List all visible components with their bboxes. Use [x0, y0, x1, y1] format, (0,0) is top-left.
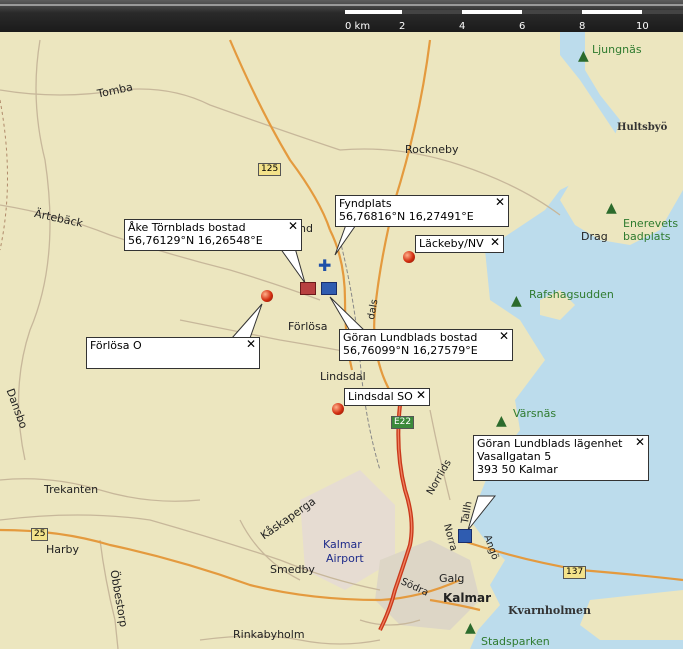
popup-goran-bostad: Göran Lundblads bostad 56,76099°N 16,275… [339, 329, 513, 361]
scale-segment [402, 10, 462, 14]
close-icon[interactable]: ✕ [416, 389, 426, 402]
popup-title: Åke Törnblads bostad [128, 221, 246, 234]
tree-icon: ▲ [465, 620, 476, 636]
marker-pin-lackeby[interactable] [403, 251, 415, 263]
place-badplats: badplats [623, 230, 671, 243]
marker-pin-forlosa-o[interactable] [261, 290, 273, 302]
place-rinkabyholm: Rinkabyholm [233, 628, 305, 641]
close-icon[interactable]: ✕ [288, 220, 298, 233]
place-hultsbyo: Hultsbyö [617, 122, 668, 133]
close-icon[interactable]: ✕ [495, 196, 505, 209]
popup-coords: 56,76129°N 16,26548°E [128, 234, 263, 247]
popup-title: Fyndplats [339, 197, 392, 210]
scale-segment [522, 10, 582, 14]
place-forlosa: Förlösa [288, 320, 328, 333]
popup-ake-tornblad: Åke Törnblads bostad 56,76129°N 16,26548… [124, 219, 302, 251]
popup-pointer-goran-bostad [329, 296, 367, 332]
close-icon[interactable]: ✕ [499, 330, 509, 343]
place-smedby: Smedby [270, 563, 315, 576]
place-rockneby: Rockneby [405, 143, 459, 156]
marker-pin-lindsdal-so[interactable] [332, 403, 344, 415]
scale-tick: 6 [519, 21, 526, 32]
fyndplats-cross-icon[interactable]: ✚ [318, 256, 331, 275]
scale-tick: 2 [399, 21, 406, 32]
top-toolbar: 0 km 2 4 6 8 10 [0, 0, 683, 32]
popup-forlosa-o: Förlösa O ✕ [86, 337, 260, 369]
tree-icon: ▲ [511, 293, 522, 309]
scale-tick: 10 [636, 21, 649, 32]
place-kalmar: Kalmar [443, 591, 492, 605]
popup-coords: 56,76099°N 16,27579°E [343, 344, 478, 357]
scale-segment [642, 10, 683, 14]
map-canvas[interactable]: Ljungnäs Hultsbyö Tomba Rockneby Ärtebäc… [0, 32, 683, 649]
place-rafshagsudden: Rafshagsudden [529, 288, 614, 301]
place-kalmar-airport-2: Airport [326, 552, 364, 565]
place-enerevets: Enerevets [623, 217, 679, 230]
place-varsnas: Värsnäs [513, 407, 557, 420]
close-icon[interactable]: ✕ [635, 436, 645, 449]
popup-address-street: Vasallgatan 5 [477, 450, 552, 463]
place-galg: Galg [439, 572, 465, 585]
scale-tick: 8 [579, 21, 586, 32]
place-kvarnholmen: Kvarnholmen [508, 604, 592, 617]
tree-icon: ▲ [578, 48, 589, 64]
place-lindsdal: Lindsdal [320, 370, 366, 383]
popup-lindsdal-so: Lindsdal SO ✕ [344, 388, 430, 406]
close-icon[interactable]: ✕ [246, 338, 256, 351]
road-shield-125: 125 [258, 163, 282, 176]
popup-lackeby: Läckeby/NV ✕ [415, 235, 504, 253]
popup-coords: 56,76816°N 16,27491°E [339, 210, 474, 223]
place-stadsparken: Stadsparken [481, 635, 550, 648]
popup-address-city: 393 50 Kalmar [477, 463, 558, 476]
scale-tick: 4 [459, 21, 466, 32]
popup-fyndplats: Fyndplats 56,76816°N 16,27491°E ✕ [335, 195, 509, 227]
place-harby: Harby [46, 543, 80, 556]
place-ljungnas: Ljungnäs [592, 43, 642, 56]
scale-segment [582, 10, 642, 14]
road-shield-25: 25 [31, 528, 49, 541]
tree-icon: ▲ [496, 413, 507, 429]
road-shield-137: 137 [563, 566, 587, 579]
scale-label-zero: 0 km [345, 21, 371, 32]
scale-bar: 0 km 2 4 6 8 10 [343, 4, 683, 32]
apartment-icon-goran[interactable] [458, 529, 472, 543]
popup-title: Lindsdal SO [348, 390, 413, 403]
municipal-border [0, 99, 8, 251]
close-icon[interactable]: ✕ [490, 236, 500, 249]
scale-segment [345, 10, 402, 14]
place-trekanten: Trekanten [44, 483, 99, 496]
popup-title: Läckeby/NV [419, 237, 484, 250]
popup-goran-lagenhet: Göran Lundblads lägenhet Vasallgatan 5 3… [473, 435, 649, 481]
place-kalmar-airport-1: Kalmar [323, 538, 362, 551]
popup-title: Göran Lundblads bostad [343, 331, 478, 344]
house-icon-ake[interactable] [300, 282, 316, 295]
road-shield-e22: E22 [391, 416, 415, 429]
popup-pointer-ake [279, 247, 306, 284]
house-icon-goran[interactable] [321, 282, 337, 295]
popup-title: Göran Lundblads lägenhet [477, 437, 623, 450]
tree-icon: ▲ [606, 200, 617, 216]
popup-title: Förlösa O [90, 339, 142, 352]
popup-pointer-forlosa-o [230, 303, 263, 339]
place-drag: Drag [581, 230, 608, 243]
scale-segment [462, 10, 522, 14]
